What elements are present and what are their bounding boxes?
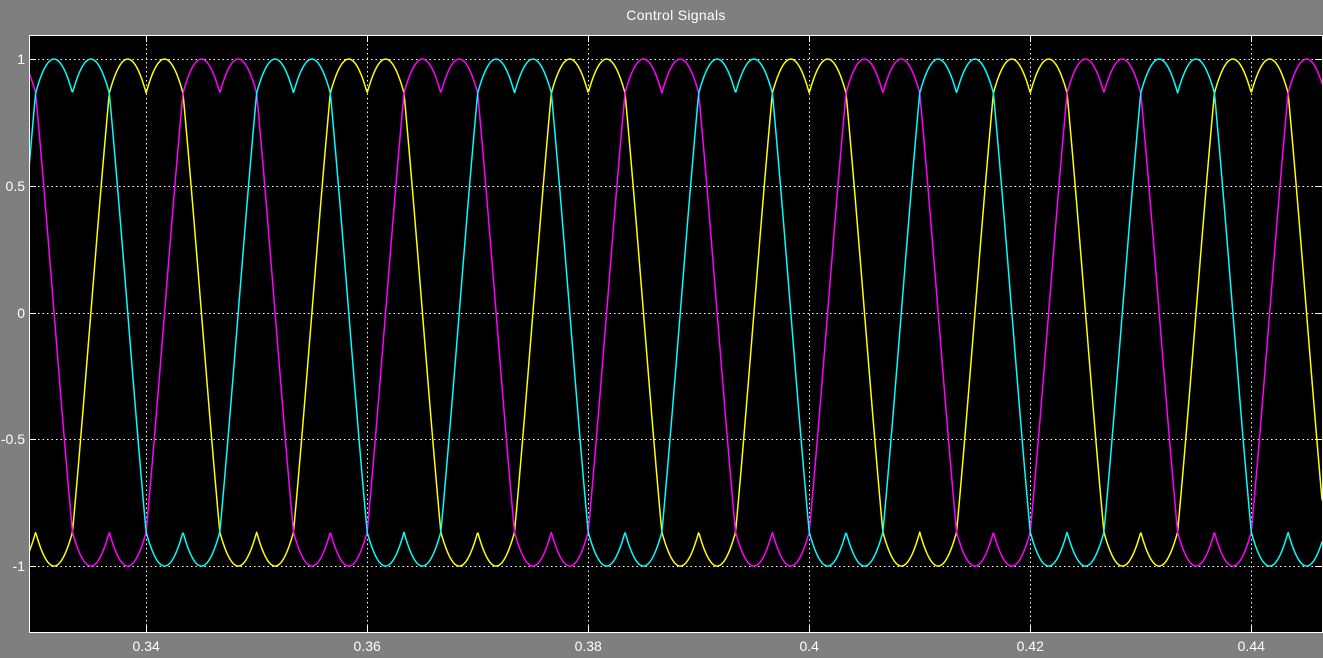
y-tick-label: -0.5: [0, 431, 25, 446]
x-tick-label: 0.36: [335, 638, 399, 654]
y-tick-label: 1: [0, 51, 25, 66]
x-tick-label: 0.42: [998, 638, 1062, 654]
waveforms-group: [29, 59, 1322, 566]
y-tick-label: -1: [0, 558, 25, 573]
x-tick-label: 0.4: [777, 638, 841, 654]
x-tick-label: 0.34: [114, 638, 178, 654]
x-tick-label: 0.44: [1219, 638, 1283, 654]
y-tick-label: 0: [0, 305, 25, 320]
waveform-canvas: [0, 0, 1323, 658]
scope-figure: Control Signals 0.340.360.380.40.420.44 …: [0, 0, 1323, 658]
y-tick-label: 0.5: [0, 178, 25, 193]
x-tick-label: 0.38: [556, 638, 620, 654]
waveform-phase-c-cyan: [29, 59, 1322, 566]
